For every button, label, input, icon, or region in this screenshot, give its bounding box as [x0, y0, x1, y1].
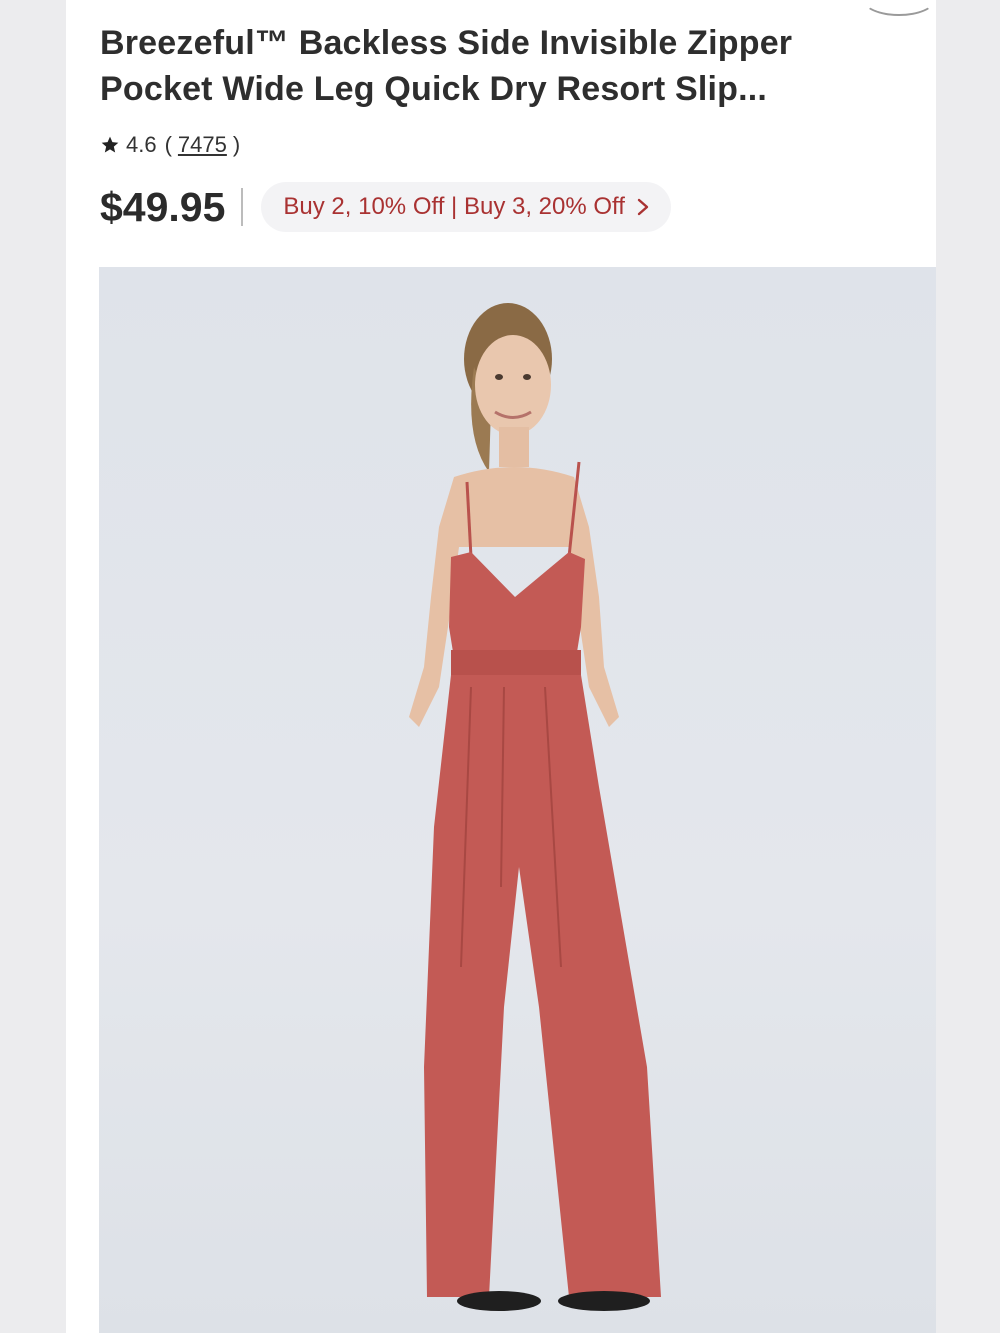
rating-value: 4.6 [126, 132, 157, 157]
shoe-right [558, 1291, 650, 1311]
product-price: $49.95 [100, 183, 226, 230]
star-icon [101, 136, 119, 153]
chevron-right-icon [637, 198, 649, 216]
promo-text: Buy 2, 10% Off | Buy 3, 20% Off [283, 193, 625, 220]
rating-paren-open: ( [164, 132, 172, 157]
face [475, 335, 551, 435]
waistband [451, 650, 581, 676]
eye-right [523, 374, 531, 380]
price-row: $49.95 Buy 2, 10% Off | Buy 3, 20% Off [100, 180, 671, 234]
promo-badge[interactable]: Buy 2, 10% Off | Buy 3, 20% Off [261, 182, 671, 232]
product-title: Breezeful™ Backless Side Invisible Zippe… [100, 24, 793, 108]
corner-arc [862, 0, 936, 16]
neck [499, 427, 529, 467]
shoe-left [457, 1291, 541, 1311]
model-illustration [409, 303, 661, 1311]
review-count-link[interactable]: 7475 [178, 132, 227, 158]
pants [424, 675, 661, 1297]
rating-paren-close: ) [232, 132, 241, 157]
eye-left [495, 374, 503, 380]
price-divider [241, 188, 244, 226]
rating-row[interactable]: 4.6 ( 7475 ) [100, 128, 240, 162]
bodice [449, 552, 585, 652]
product-image[interactable] [99, 267, 936, 1333]
product-page: Breezeful™ Backless Side Invisible Zippe… [66, 0, 936, 1333]
